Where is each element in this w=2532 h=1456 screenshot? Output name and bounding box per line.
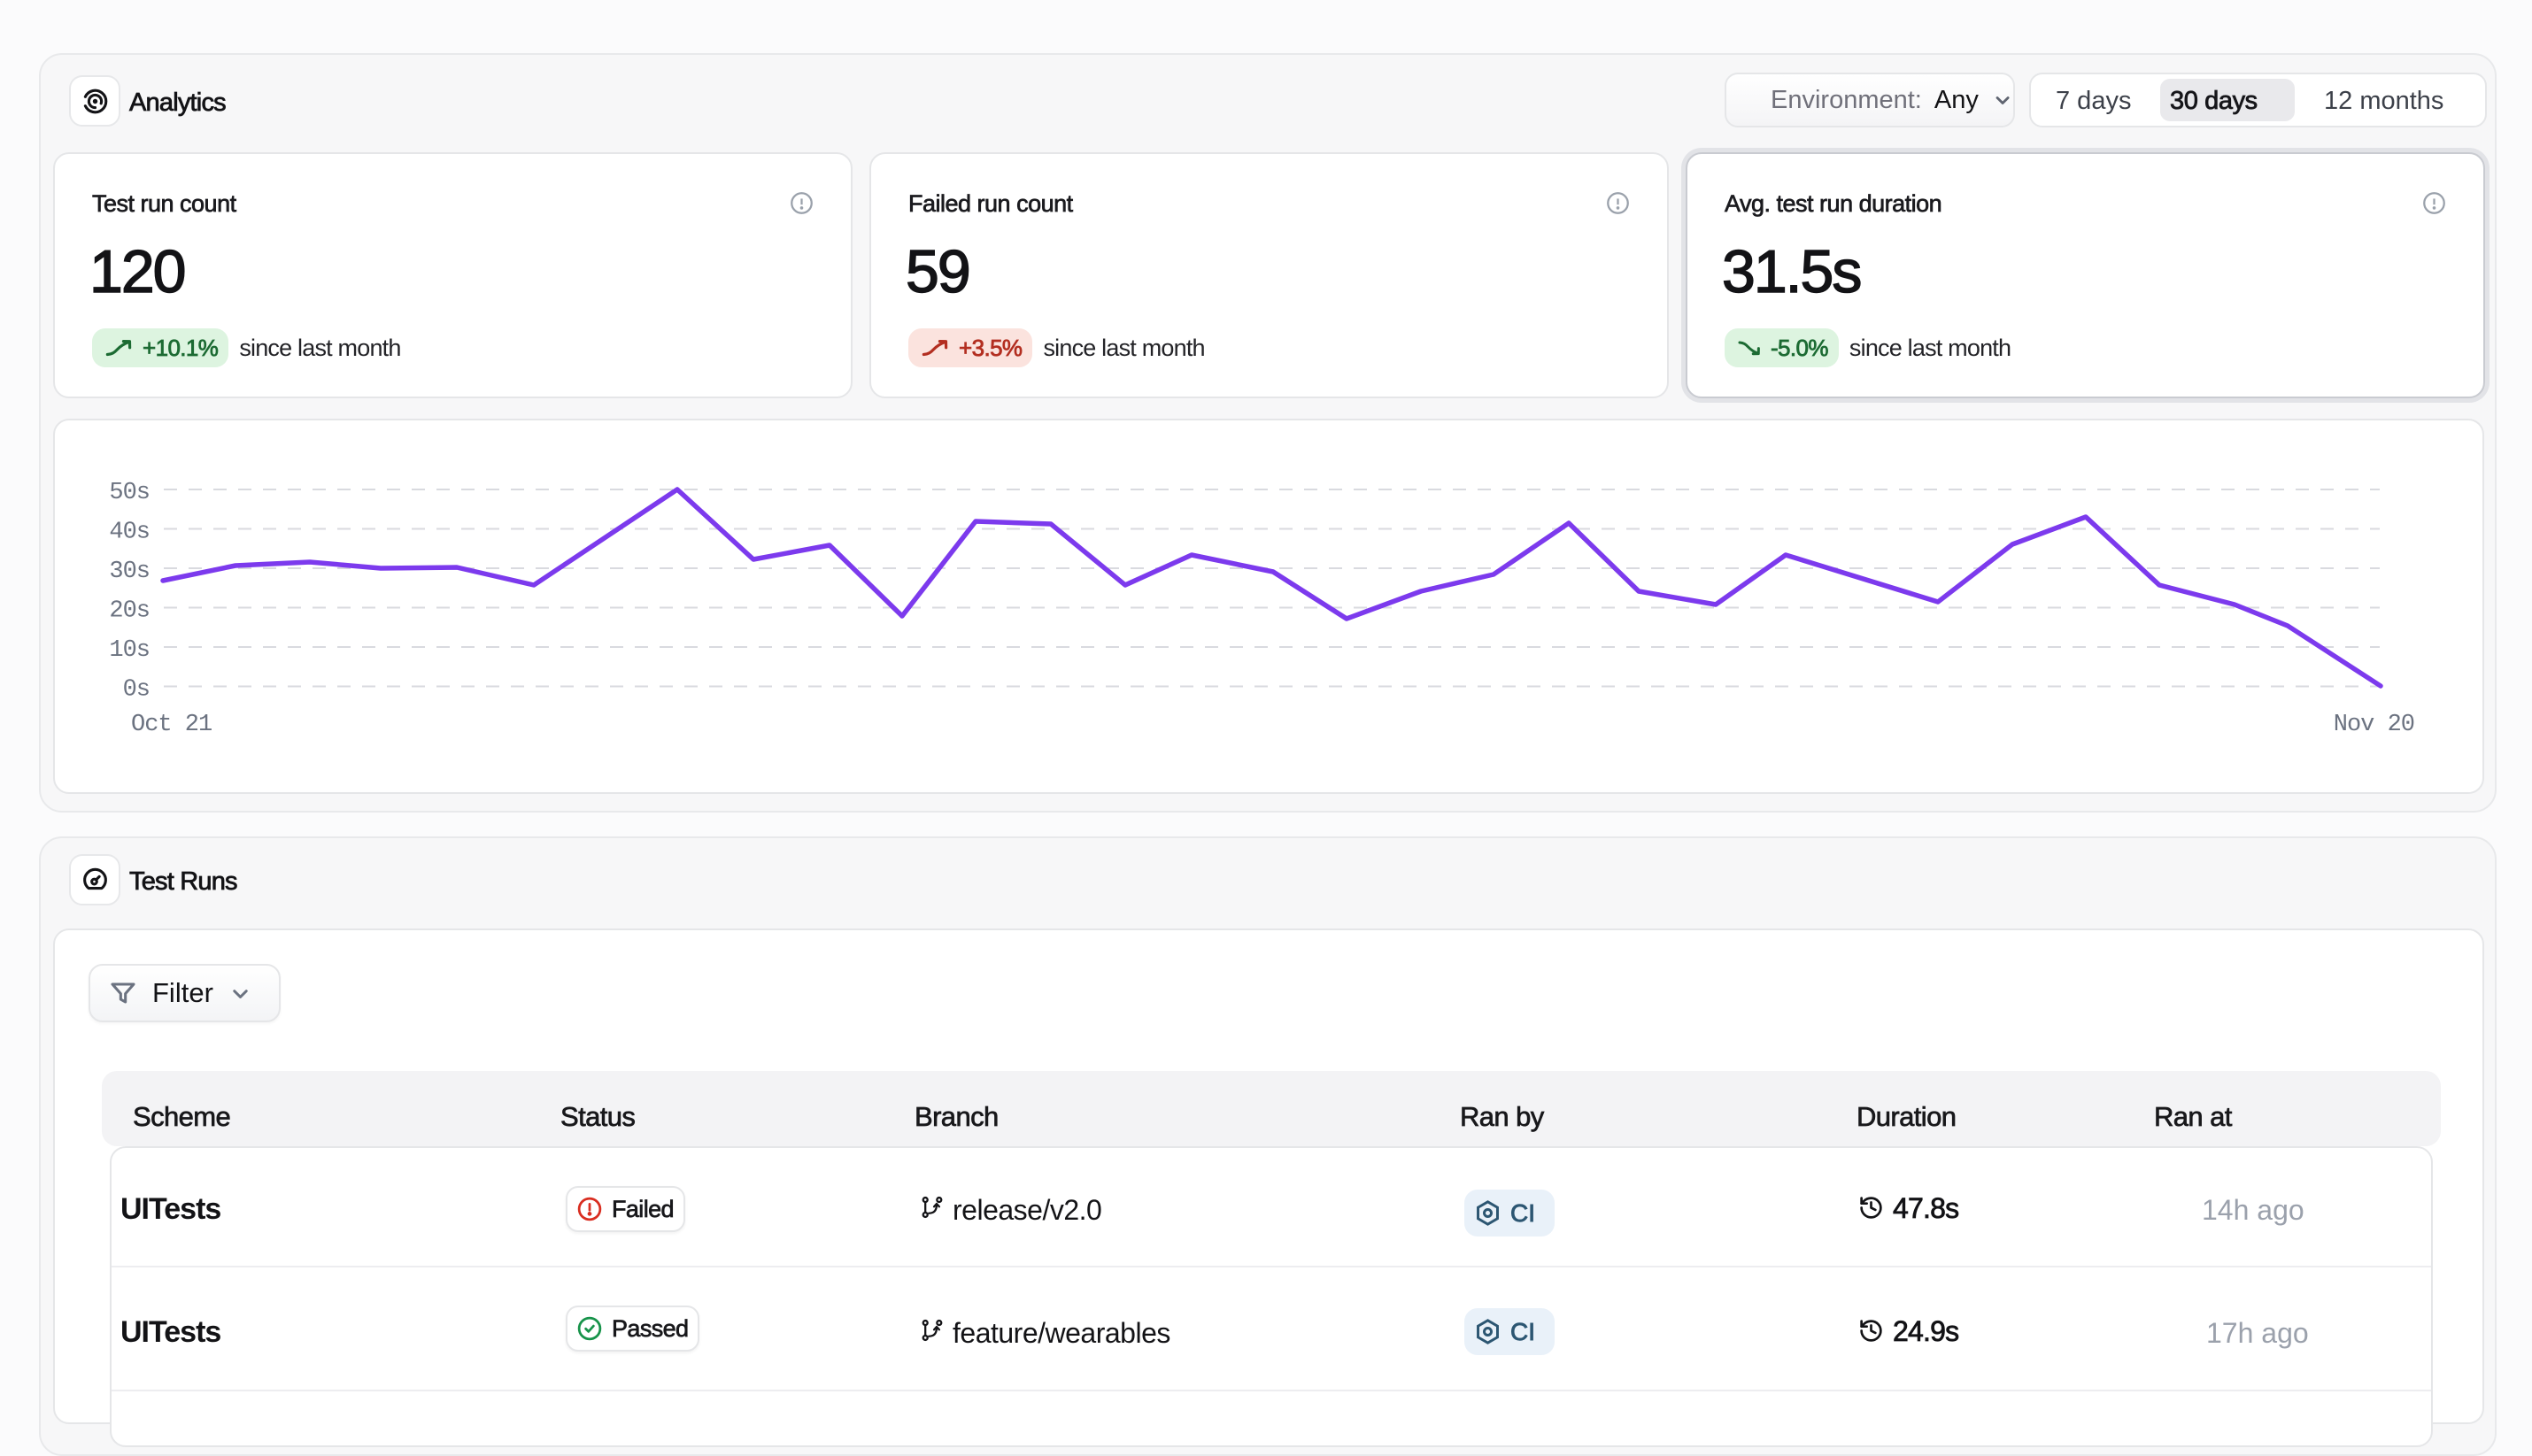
svg-text:0s: 0s	[123, 677, 150, 704]
svg-text:10s: 10s	[109, 637, 150, 664]
svg-text:20s: 20s	[109, 598, 150, 625]
svg-text:Nov 20: Nov 20	[2334, 712, 2414, 738]
svg-text:30s: 30s	[109, 559, 150, 585]
svg-text:40s: 40s	[109, 520, 150, 546]
svg-text:50s: 50s	[109, 480, 150, 506]
svg-text:Oct 21: Oct 21	[131, 712, 212, 738]
